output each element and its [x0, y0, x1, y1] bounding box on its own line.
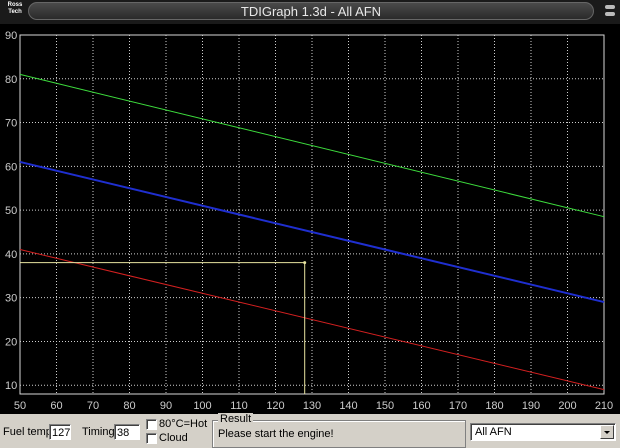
y-tick-label: 10: [5, 380, 17, 392]
window-control-bar[interactable]: [605, 12, 615, 16]
x-tick-label: 170: [449, 400, 467, 412]
cloud-checkbox[interactable]: [146, 433, 157, 444]
x-tick-label: 180: [485, 400, 503, 412]
y-tick-label: 20: [5, 336, 17, 348]
fuel-temp-field[interactable]: 127: [49, 424, 71, 440]
y-tick-label: 40: [5, 249, 17, 261]
title-pill: TDIGraph 1.3d - All AFN: [28, 2, 594, 20]
x-tick-label: 160: [412, 400, 430, 412]
app-logo: Ross Tech: [4, 2, 26, 20]
app-window: Ross Tech TDIGraph 1.3d - All AFN 50 60 70…: [0, 0, 620, 448]
y-tick-label: 80: [5, 74, 17, 86]
x-tick-label: 80: [123, 400, 135, 412]
window-control-bar[interactable]: [605, 5, 615, 9]
fuel-temp-label: Fuel temp: [3, 426, 52, 438]
window-controls[interactable]: [597, 2, 617, 20]
plot-frame: [19, 34, 605, 395]
y-tick-label: 90: [5, 30, 17, 42]
window-title: TDIGraph 1.3d - All AFN: [240, 4, 382, 19]
hot-checkbox[interactable]: [146, 419, 157, 430]
graph-svg[interactable]: 50 60 70 80 90 100 110 120 130 140 150 160 170 180 190…: [0, 24, 620, 414]
x-tick-label: 70: [87, 400, 99, 412]
logo-text-bottom: Tech: [8, 9, 22, 15]
cloud-checkbox-label: Cloud: [159, 432, 188, 444]
chevron-down-icon[interactable]: [600, 425, 614, 439]
title-bar[interactable]: Ross Tech TDIGraph 1.3d - All AFN: [0, 0, 620, 24]
logo-text-top: Ross: [7, 2, 23, 8]
x-tick-label: 120: [266, 400, 284, 412]
y-tick-label: 50: [5, 205, 17, 217]
cursor-point: [303, 261, 307, 265]
y-tick-label: 70: [5, 118, 17, 130]
x-tick-label: 110: [230, 400, 248, 412]
x-tick-label: 210: [595, 400, 613, 412]
engine-select[interactable]: All AFN: [470, 423, 616, 441]
x-tick-label: 150: [376, 400, 394, 412]
engine-select-value: All AFN: [475, 426, 512, 438]
x-tick-label: 140: [339, 400, 357, 412]
y-tick-label: 30: [5, 293, 17, 305]
x-tick-label: 60: [50, 400, 62, 412]
x-tick-label: 50: [14, 400, 26, 412]
timing-field[interactable]: 38: [114, 424, 140, 440]
x-tick-label: 100: [193, 400, 211, 412]
graph-area[interactable]: 50 60 70 80 90 100 110 120 130 140 150 160 170 180 190…: [0, 24, 620, 414]
x-tick-label: 130: [303, 400, 321, 412]
result-message: Please start the engine!: [218, 428, 334, 440]
result-title: Result: [218, 413, 254, 425]
y-tick-label: 60: [5, 161, 17, 173]
x-tick-label: 190: [522, 400, 540, 412]
x-tick-label: 90: [160, 400, 172, 412]
x-tick-label: 200: [558, 400, 576, 412]
timing-label: Timing: [82, 426, 115, 438]
hot-checkbox-label: 80°C=Hot: [159, 418, 208, 430]
